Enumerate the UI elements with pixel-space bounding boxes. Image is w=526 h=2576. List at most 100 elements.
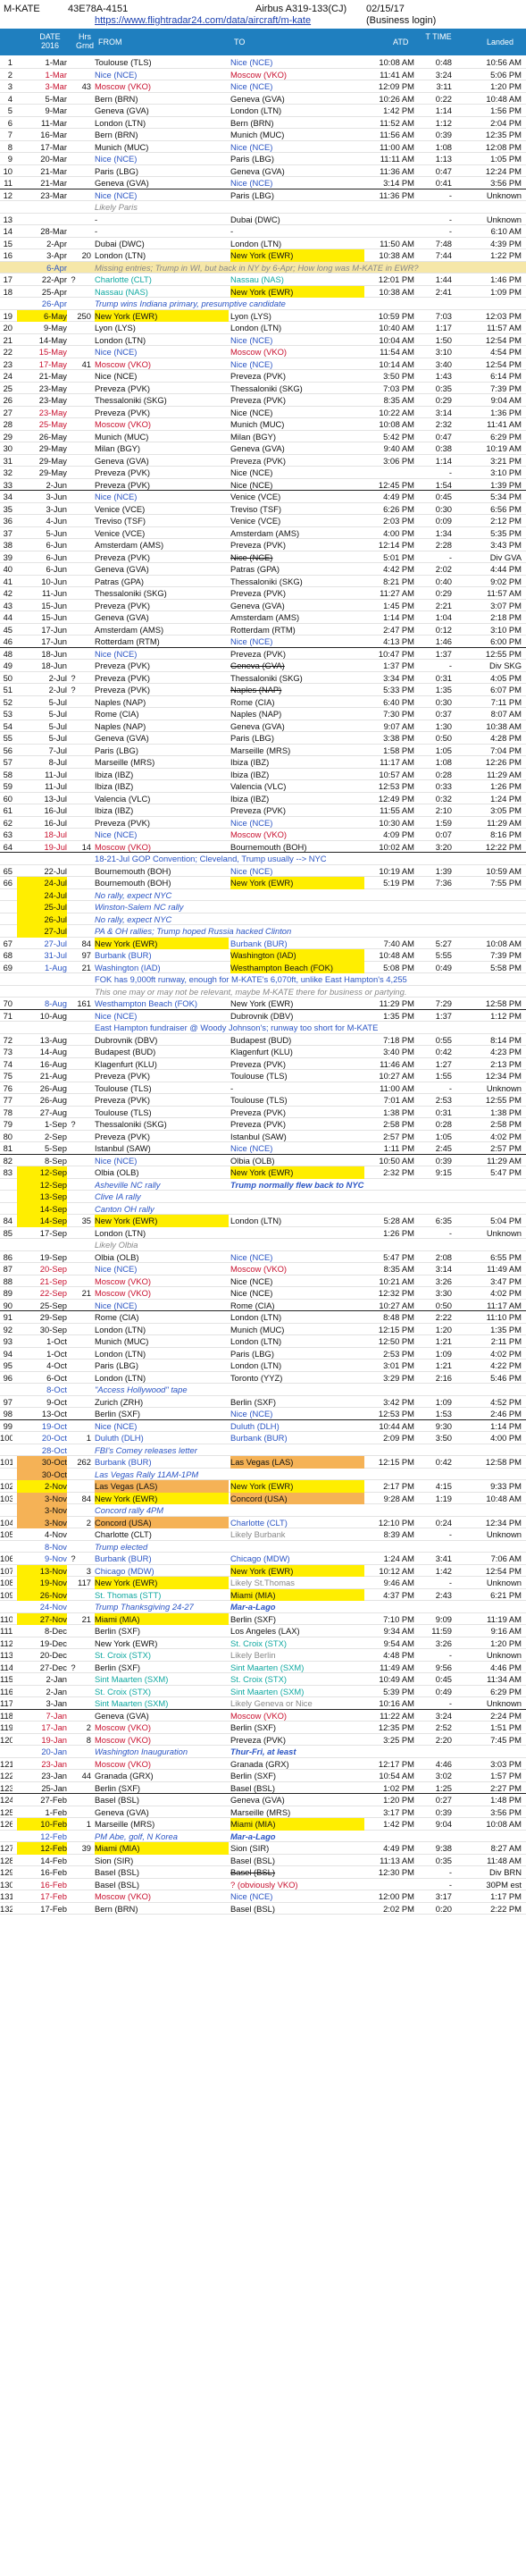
row-atd: 11:29 PM (379, 998, 414, 1008)
row-landed: 12:26 PM (485, 757, 522, 767)
row-travel-time: 3:41 (435, 1553, 452, 1563)
row-date: 26-Apr (41, 299, 67, 308)
row-landed: 12:54 PM (485, 334, 522, 345)
flight-row: 89 22-Sep 21 Moscow (VKO) Nice (NCE) 12:32 PM… (0, 1287, 526, 1300)
row-from: Thessaloniki (SKG) (95, 395, 167, 405)
flight-row: 121 23-Jan Moscow (VKO) Granada (GRX) 12:17 … (0, 1758, 526, 1770)
row-to: Munich (MUC) (230, 130, 285, 139)
row-from: Moscow (VKO) (95, 1891, 152, 1901)
row-number: 131 (0, 1891, 13, 1901)
row-date: 17-Feb (40, 1891, 67, 1901)
row-date: 4-Nov (44, 1529, 67, 1539)
row-landed: 10:08 AM (486, 938, 522, 948)
row-landed: 12:58 PM (485, 1457, 522, 1467)
row-number: 115 (0, 1674, 13, 1684)
row-number: 74 (3, 1058, 13, 1069)
row-date: 23-May (38, 395, 67, 405)
row-from: London (LTN) (95, 1324, 146, 1334)
flight-row: 113 20-Dec St. Croix (STX) Likely Berlin 4:4… (0, 1649, 526, 1662)
row-landed: 4:02 PM (490, 1348, 522, 1359)
row-number: 2 (7, 69, 13, 80)
row-atd: 9:34 AM (383, 1626, 414, 1636)
row-from: New York (EWR) (95, 1637, 158, 1648)
row-from: Paris (LBG) (95, 165, 138, 176)
row-date: 21-Mar (40, 165, 67, 176)
row-to: Thessaloniki (SKG) (230, 383, 303, 393)
row-travel-time: 1:54 (435, 479, 452, 490)
row-date: 6-Jun (46, 551, 67, 562)
row-date: 1-Oct (46, 1336, 67, 1346)
row-travel-time: 3:30 (435, 1288, 452, 1298)
flight-row: 71 10-Aug Nice (NCE) Dubrovnik (DBV) 1:35 PM… (0, 1010, 526, 1022)
row-date: 30-Oct (17, 1456, 67, 1469)
row-atd: 12:35 PM (378, 1722, 414, 1732)
row-landed: 12:24 PM (485, 165, 522, 176)
row-landed: 12:58 PM (485, 998, 522, 1008)
flight-row: 95 4-Oct Paris (LBG) London (LTN) 3:01 PM 1:2… (0, 1360, 526, 1372)
flight-row: 37 5-Jun Venice (VCE) Amsterdam (AMS) 4:00 P… (0, 527, 526, 539)
flight-row: 6 11-Mar London (LTN) Bern (BRN) 11:52 AM 1:1… (0, 117, 526, 129)
row-note: No rally, expect NYC (95, 889, 172, 900)
row-atd: 2:47 PM (383, 624, 414, 635)
row-number: 50 (3, 672, 13, 683)
flight-row: 112 19-Dec New York (EWR) St. Croix (STX) 9:… (0, 1637, 526, 1649)
row-to: Preveza (PVK) (230, 540, 286, 550)
flight-row: 18 25-Apr Nassau (NAS) New York (EWR) 10:38 … (0, 285, 526, 298)
row-number: 80 (3, 1131, 13, 1141)
row-to: Ibiza (IBZ) (230, 757, 270, 767)
row-date: 19-Nov (17, 1577, 67, 1589)
row-date: 23-Jan (41, 1771, 67, 1780)
flight-row: 31 29-May Geneva (GVA) Preveza (PVK) 3:06 PM… (0, 455, 526, 467)
row-date: 1-Aug (44, 962, 67, 972)
row-hours-ground: 84 (81, 1493, 91, 1503)
row-hours-ground: 117 (78, 1578, 91, 1587)
row-from: Preveza (PVK) (95, 467, 150, 477)
row-date: 21-Mar (40, 178, 67, 188)
row-number: 7 (7, 130, 13, 139)
flight-row: 82 8-Sep Nice (NCE) Olbia (OLB) 10:50 AM 0:39… (0, 1155, 526, 1166)
row-from: London (LTN) (95, 1227, 146, 1238)
flight-row: 22 15-May Nice (NCE) Moscow (VKO) 11:54 AM 3:… (0, 346, 526, 358)
row-note: "Access Hollywood" tape (95, 1385, 188, 1394)
row-travel-time: 1:39 (435, 865, 452, 876)
row-from: Patras (GPA) (95, 576, 145, 586)
flight-row: 27 23-May Preveza (PVK) Nice (NCE) 10:22 AM 3… (0, 407, 526, 418)
row-date: 21-Aug (39, 1071, 67, 1081)
row-from: Ibiza (IBZ) (95, 769, 134, 779)
row-number: 31 (3, 455, 13, 466)
row-hours-ground: 21 (81, 1288, 91, 1298)
row-atd: 11:50 AM (380, 238, 414, 248)
row-from: Sion (SIR) (95, 1855, 134, 1865)
row-from: Milan (BGY) (95, 443, 141, 453)
flight-row: 77 26-Aug Preveza (PVK) Toulouse (TLS) 7:01 … (0, 1094, 526, 1107)
row-date: 27-Aug (39, 1107, 67, 1117)
note-row: This one may or may not be relevant, may… (0, 986, 526, 998)
row-flag: ? (71, 1553, 76, 1563)
row-date: 30-Sep (39, 1324, 67, 1334)
row-date: 25-Apr (41, 286, 67, 297)
row-number: 87 (3, 1264, 13, 1274)
row-number: 96 (3, 1372, 13, 1383)
row-atd: 7:10 PM (383, 1613, 414, 1624)
row-from: Geneva (GVA) (95, 564, 149, 574)
row-date: 5-Sep (44, 1143, 67, 1153)
row-atd: 8:35 AM (383, 395, 414, 405)
row-date: 27-Feb (40, 1795, 67, 1805)
note-row: 8-Oct "Access Hollywood" tape (0, 1384, 526, 1396)
flight-row: 15 2-Apr Dubai (DWC) London (LTN) 11:50 AM 7:… (0, 238, 526, 249)
row-date: 25-Jul (17, 901, 67, 913)
row-number: 32 (3, 467, 13, 477)
flight-row: 117 3-Jan Sint Maarten (SXM) Likely Geneva … (0, 1697, 526, 1710)
row-atd: 9:28 AM (383, 1493, 414, 1503)
row-travel-time: 1:09 (435, 1396, 452, 1407)
row-from: Nice (NCE) (95, 1264, 138, 1274)
flight-row: 73 14-Aug Budapest (BUD) Klagenfurt (KLU) 3:… (0, 1046, 526, 1058)
source-link[interactable]: https://www.flightradar24.com/data/aircr… (95, 15, 311, 26)
row-atd: 12:49 PM (378, 793, 414, 804)
row-hours-ground: 21 (81, 1613, 91, 1624)
flight-row: 128 14-Feb Sion (SIR) Basel (BSL) 11:13 AM 0:… (0, 1855, 526, 1866)
row-atd: 5:01 PM (383, 551, 414, 562)
row-travel-time: 1:05 (435, 1131, 452, 1141)
row-from: Las Vegas (LAS) (95, 1480, 229, 1493)
row-atd: 1:37 PM (383, 661, 414, 670)
